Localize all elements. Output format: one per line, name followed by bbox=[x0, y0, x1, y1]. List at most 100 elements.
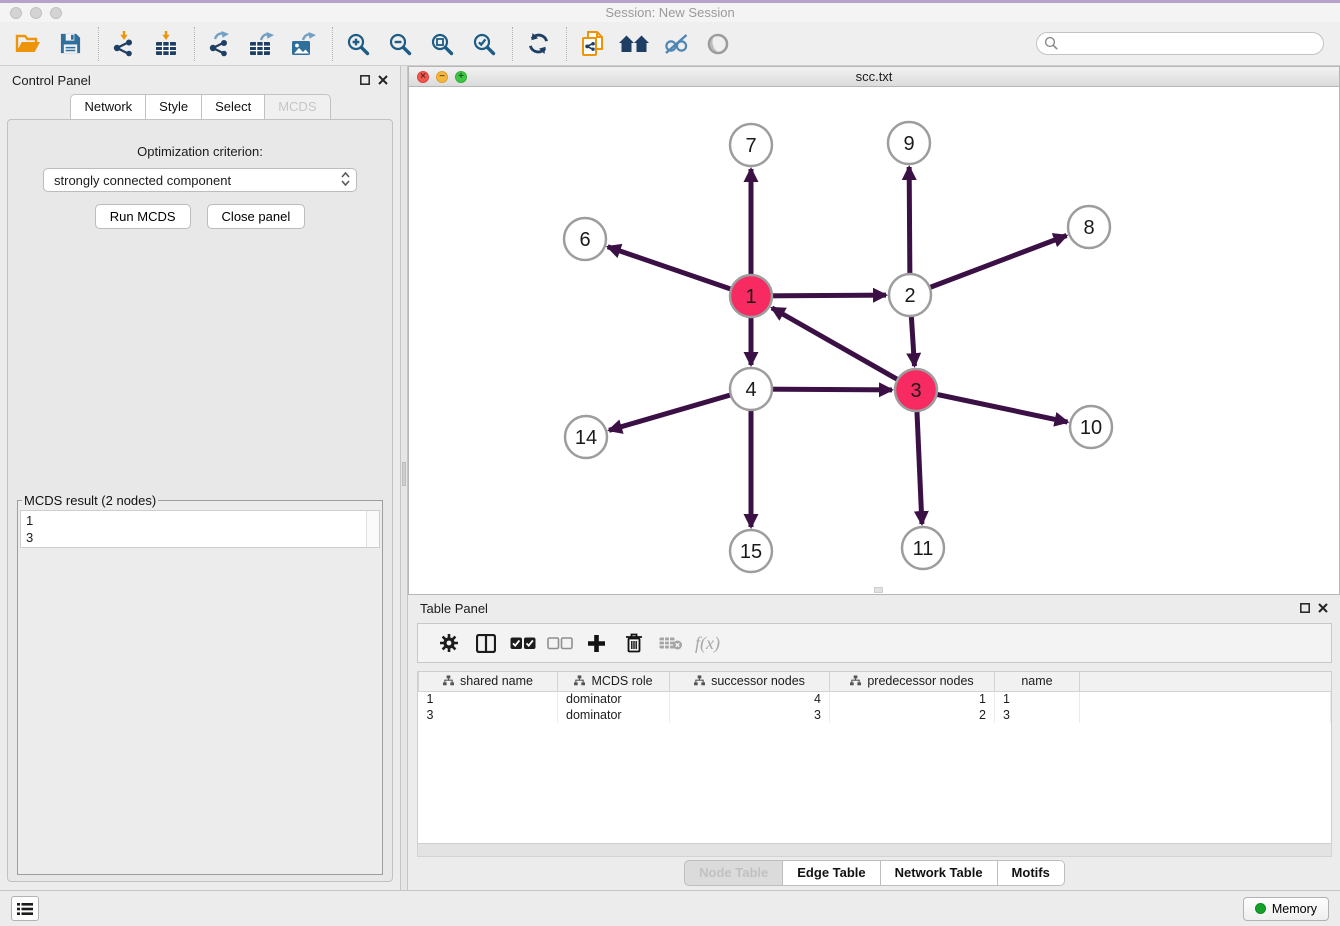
graph-node-8[interactable]: 8 bbox=[1068, 206, 1110, 248]
settings-gear-icon[interactable] bbox=[430, 626, 467, 660]
tab-style[interactable]: Style bbox=[145, 94, 202, 120]
export-image-icon[interactable] bbox=[284, 25, 324, 63]
task-history-icon[interactable] bbox=[11, 896, 39, 921]
close-table-panel-icon[interactable] bbox=[1318, 603, 1328, 613]
deselect-all-icon[interactable] bbox=[541, 626, 578, 660]
run-mcds-button[interactable]: Run MCDS bbox=[95, 204, 191, 229]
table-panel-header: Table Panel bbox=[408, 595, 1340, 621]
graph-edge-2-8[interactable] bbox=[910, 236, 1067, 295]
tab-node-table[interactable]: Node Table bbox=[684, 860, 783, 886]
mcds-result-group: MCDS result (2 nodes) 1 3 bbox=[17, 493, 383, 875]
graph-node-9[interactable]: 9 bbox=[888, 122, 930, 164]
column-header-filler bbox=[1080, 672, 1331, 691]
open-file-icon[interactable] bbox=[8, 25, 48, 63]
canvas-splitter-grip[interactable] bbox=[874, 587, 883, 593]
graph-node-2[interactable]: 2 bbox=[889, 274, 931, 316]
export-table-icon[interactable] bbox=[242, 25, 282, 63]
memory-button[interactable]: Memory bbox=[1243, 897, 1329, 921]
column-tree-icon bbox=[694, 675, 705, 689]
svg-text:11: 11 bbox=[913, 538, 934, 560]
show-graphics-details-icon[interactable] bbox=[698, 25, 738, 63]
network-home-icon[interactable] bbox=[614, 25, 654, 63]
result-scrollbar[interactable] bbox=[366, 511, 379, 547]
tab-mcds[interactable]: MCDS bbox=[264, 94, 330, 120]
close-panel-icon[interactable] bbox=[378, 75, 388, 85]
network-window-titlebar: × − + scc.txt bbox=[409, 67, 1339, 87]
tab-select[interactable]: Select bbox=[201, 94, 265, 120]
close-panel-button[interactable]: Close panel bbox=[207, 204, 306, 229]
maximize-window-button[interactable] bbox=[50, 7, 62, 19]
export-network-icon[interactable] bbox=[200, 25, 240, 63]
table-row[interactable]: 1 dominator 4 1 1 bbox=[419, 691, 1331, 707]
toolbar-separator bbox=[560, 27, 567, 61]
graph-edge-3-10[interactable] bbox=[916, 390, 1068, 422]
tab-network-table[interactable]: Network Table bbox=[880, 860, 998, 886]
import-table-icon[interactable] bbox=[146, 25, 186, 63]
select-chevrons-icon bbox=[341, 172, 350, 189]
criterion-select[interactable]: strongly connected component bbox=[43, 168, 357, 192]
save-session-icon[interactable] bbox=[50, 25, 90, 63]
zoom-selected-icon[interactable] bbox=[464, 25, 504, 63]
mcds-result-legend: MCDS result (2 nodes) bbox=[22, 493, 158, 508]
refresh-view-icon[interactable] bbox=[518, 25, 558, 63]
zoom-in-icon[interactable] bbox=[338, 25, 378, 63]
search-input[interactable] bbox=[1036, 32, 1324, 55]
close-window-button[interactable] bbox=[10, 7, 22, 19]
graph-node-3[interactable]: 3 bbox=[895, 369, 937, 411]
network-close-button[interactable]: × bbox=[417, 71, 429, 83]
column-tree-icon bbox=[443, 675, 454, 689]
zoom-fit-icon[interactable] bbox=[422, 25, 462, 63]
graph-node-1[interactable]: 1 bbox=[730, 275, 772, 317]
network-view-window: × − + scc.txt 7 9 6 8 1 2 4 3 14 10 15 11 bbox=[408, 66, 1340, 595]
svg-text:4: 4 bbox=[745, 379, 756, 401]
network-maximize-button[interactable]: + bbox=[455, 71, 467, 83]
column-header-shared-name[interactable]: shared name bbox=[419, 672, 558, 691]
duplicate-network-icon[interactable] bbox=[572, 25, 612, 63]
delete-column-icon bbox=[652, 626, 689, 660]
graph-node-6[interactable]: 6 bbox=[564, 218, 606, 260]
graph-node-7[interactable]: 7 bbox=[730, 124, 772, 166]
function-builder-icon: f(x) bbox=[689, 626, 726, 660]
add-row-icon[interactable] bbox=[578, 626, 615, 660]
delete-row-icon[interactable] bbox=[615, 626, 652, 660]
tab-network[interactable]: Network bbox=[70, 94, 146, 120]
minimize-window-button[interactable] bbox=[30, 7, 42, 19]
import-network-icon[interactable] bbox=[104, 25, 144, 63]
select-all-icon[interactable] bbox=[504, 626, 541, 660]
network-canvas[interactable]: 7 9 6 8 1 2 4 3 14 10 15 11 bbox=[409, 87, 1339, 594]
table-row[interactable]: 3 dominator 3 2 3 bbox=[419, 707, 1331, 723]
column-header-predecessor-nodes[interactable]: predecessor nodes bbox=[830, 672, 995, 691]
toolbar-separator bbox=[506, 27, 513, 61]
network-window-title: scc.txt bbox=[409, 69, 1339, 84]
svg-text:8: 8 bbox=[1083, 217, 1094, 239]
status-bar: Memory bbox=[0, 890, 1340, 926]
panel-splitter[interactable] bbox=[400, 66, 408, 890]
column-header-successor-nodes[interactable]: successor nodes bbox=[670, 672, 830, 691]
graph-node-4[interactable]: 4 bbox=[730, 368, 772, 410]
svg-text:2: 2 bbox=[904, 285, 915, 307]
column-header-name[interactable]: name bbox=[995, 672, 1080, 691]
tab-edge-table[interactable]: Edge Table bbox=[782, 860, 880, 886]
network-graph[interactable]: 7 9 6 8 1 2 4 3 14 10 15 11 bbox=[409, 87, 1339, 591]
hide-graphics-details-icon[interactable] bbox=[656, 25, 696, 63]
graph-node-10[interactable]: 10 bbox=[1070, 406, 1112, 448]
mcds-result-box[interactable]: 1 3 bbox=[20, 510, 380, 548]
tab-motifs[interactable]: Motifs bbox=[997, 860, 1065, 886]
graph-node-11[interactable]: 11 bbox=[902, 527, 944, 569]
toolbar-separator bbox=[188, 27, 195, 61]
column-header-mcds-role[interactable]: MCDS role bbox=[558, 672, 670, 691]
graph-node-15[interactable]: 15 bbox=[730, 530, 772, 572]
criterion-value: strongly connected component bbox=[54, 173, 341, 188]
splitter-grip[interactable] bbox=[402, 462, 406, 486]
graph-edge-3-1[interactable] bbox=[772, 308, 916, 390]
graph-edge-1-6[interactable] bbox=[608, 247, 751, 296]
network-minimize-button[interactable]: − bbox=[436, 71, 448, 83]
graph-node-14[interactable]: 14 bbox=[565, 416, 607, 458]
svg-text:3: 3 bbox=[910, 380, 921, 402]
float-panel-icon[interactable] bbox=[360, 75, 370, 85]
svg-text:7: 7 bbox=[745, 135, 756, 157]
float-table-panel-icon[interactable] bbox=[1300, 603, 1310, 613]
table-panel: Table Panel bbox=[408, 595, 1340, 890]
toggle-panes-icon[interactable] bbox=[467, 626, 504, 660]
zoom-out-icon[interactable] bbox=[380, 25, 420, 63]
